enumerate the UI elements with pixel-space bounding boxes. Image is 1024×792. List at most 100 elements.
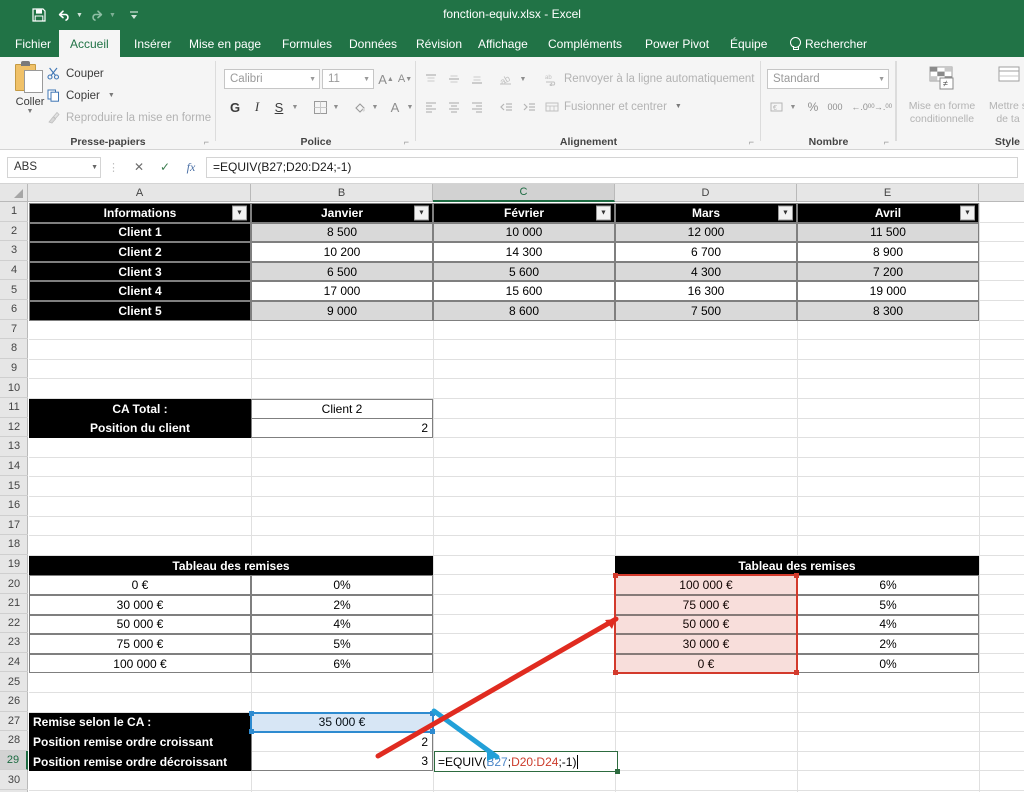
decrease-decimal-button[interactable]: →. 00	[873, 97, 893, 117]
row-header-21[interactable]: 21	[0, 594, 28, 614]
alignment-dialog-launcher[interactable]: ⌐	[749, 137, 754, 147]
sales-row-label[interactable]: Client 2	[29, 242, 251, 262]
column-header-a[interactable]: A	[29, 184, 251, 202]
discount-asc-rate[interactable]: 2%	[251, 595, 433, 615]
decrease-font-size-button[interactable]: A ▼	[396, 69, 414, 89]
row-header-18[interactable]: 18	[0, 535, 28, 555]
tab-formules[interactable]: Formules	[271, 30, 343, 57]
ca-total-value[interactable]: Client 2	[251, 399, 433, 419]
client-position-value[interactable]: 2	[251, 418, 433, 439]
align-top-button[interactable]	[421, 69, 441, 89]
tab-fichier[interactable]: Fichier	[4, 30, 62, 57]
increase-indent-button[interactable]	[519, 97, 539, 117]
discount-desc-position-label[interactable]: Position remise ordre décroissant	[29, 751, 251, 772]
row-header-16[interactable]: 16	[0, 496, 28, 516]
sales-value-cell[interactable]: 11 500	[797, 222, 979, 243]
range-handle[interactable]	[794, 670, 799, 676]
discount-desc-position-value[interactable]: 3	[251, 751, 433, 772]
clipboard-dialog-launcher[interactable]: ⌐	[204, 137, 209, 147]
column-header-e[interactable]: E	[797, 184, 979, 202]
copy-button[interactable]: Copier ▼	[46, 88, 115, 103]
chevron-down-icon[interactable]: ▼	[91, 164, 98, 171]
sales-header-cell[interactable]: Mars ▼	[615, 203, 797, 223]
row-header-12[interactable]: 12	[0, 418, 28, 438]
discount-asc-rate[interactable]: 6%	[251, 653, 433, 674]
chevron-down-icon[interactable]: ▼	[878, 76, 885, 83]
row-header-26[interactable]: 26	[0, 692, 28, 712]
chevron-down-icon[interactable]: ▼	[363, 76, 370, 83]
row-header-4[interactable]: 4	[0, 261, 28, 281]
sales-value-cell[interactable]: 12 000	[615, 222, 797, 243]
sales-value-cell[interactable]: 10 200	[251, 242, 433, 262]
column-header-c[interactable]: C	[433, 184, 615, 202]
column-header-b[interactable]: B	[251, 184, 433, 202]
discount-desc-rate[interactable]: 2%	[797, 634, 979, 654]
sales-value-cell[interactable]: 19 000	[797, 281, 979, 301]
sales-value-cell[interactable]: 7 500	[615, 301, 797, 321]
copy-dropdown-icon[interactable]: ▼	[108, 92, 115, 99]
underline-dropdown-icon[interactable]: ▼	[289, 97, 301, 117]
currency-format-button[interactable]: €	[767, 97, 787, 117]
orientation-dropdown-icon[interactable]: ▼	[517, 69, 529, 89]
discount-asc-title[interactable]: Tableau des remises	[29, 555, 433, 576]
row-header-15[interactable]: 15	[0, 476, 28, 496]
format-as-table-button[interactable]: Mettre s de ta	[984, 65, 1024, 126]
increase-font-size-button[interactable]: A ▲	[377, 69, 395, 89]
align-left-button[interactable]	[421, 97, 441, 117]
range-handle[interactable]	[249, 729, 254, 735]
orientation-button[interactable]: ab	[496, 69, 516, 89]
row-header-25[interactable]: 25	[0, 672, 28, 692]
filter-dropdown-button[interactable]: ▼	[778, 205, 793, 221]
tab-revision[interactable]: Révision	[405, 30, 473, 57]
row-header-29[interactable]: 29	[0, 750, 28, 771]
discount-asc-rate[interactable]: 5%	[251, 634, 433, 654]
row-header-1[interactable]: 1	[0, 202, 28, 222]
thousands-separator-button[interactable]: 000	[824, 97, 846, 117]
filter-dropdown-button[interactable]: ▼	[232, 205, 247, 221]
font-name-combo[interactable]: Calibri ▼	[224, 69, 320, 89]
sales-value-cell[interactable]: 15 600	[433, 281, 615, 301]
currency-dropdown-icon[interactable]: ▼	[787, 97, 799, 117]
row-header-14[interactable]: 14	[0, 457, 28, 477]
merge-dropdown-icon[interactable]: ▼	[675, 103, 682, 110]
borders-button[interactable]	[310, 97, 330, 117]
bold-button[interactable]: G	[226, 97, 244, 117]
align-bottom-button[interactable]	[467, 69, 487, 89]
borders-dropdown-icon[interactable]: ▼	[330, 97, 342, 117]
tab-affichage[interactable]: Affichage	[467, 30, 539, 57]
row-header-11[interactable]: 11	[0, 398, 28, 418]
sales-value-cell[interactable]: 10 000	[433, 222, 615, 243]
discount-asc-amount[interactable]: 0 €	[29, 575, 251, 595]
ca-total-label[interactable]: CA Total :	[29, 399, 251, 419]
decrease-indent-button[interactable]	[496, 97, 516, 117]
row-header-5[interactable]: 5	[0, 280, 28, 300]
insert-function-button[interactable]: fx	[178, 157, 204, 178]
align-center-button[interactable]	[444, 97, 464, 117]
tab-inserer[interactable]: Insérer	[123, 30, 182, 57]
tab-mise-en-page[interactable]: Mise en page	[178, 30, 272, 57]
merge-center-button[interactable]: Fusionner et centrer ▼	[544, 99, 682, 114]
fill-handle[interactable]	[615, 769, 620, 775]
align-middle-button[interactable]	[444, 69, 464, 89]
row-header-3[interactable]: 3	[0, 241, 28, 261]
row-header-23[interactable]: 23	[0, 633, 28, 653]
sales-value-cell[interactable]: 17 000	[251, 281, 433, 301]
formula-reference-highlight-blue[interactable]	[249, 710, 435, 735]
discount-asc-rate[interactable]: 4%	[251, 614, 433, 635]
sales-value-cell[interactable]: 8 900	[797, 242, 979, 262]
sales-value-cell[interactable]: 8 300	[797, 301, 979, 321]
column-header-d[interactable]: D	[615, 184, 797, 202]
discount-desc-rate[interactable]: 4%	[797, 614, 979, 635]
row-header-7[interactable]: 7	[0, 320, 28, 340]
underline-button[interactable]: S	[270, 97, 288, 117]
tab-complements[interactable]: Compléments	[537, 30, 633, 57]
cut-button[interactable]: Couper	[46, 66, 104, 81]
sales-value-cell[interactable]: 8 600	[433, 301, 615, 321]
discount-asc-rate[interactable]: 0%	[251, 575, 433, 595]
name-box[interactable]: ABS ▼	[7, 156, 101, 178]
discount-desc-rate[interactable]: 6%	[797, 575, 979, 595]
sales-value-cell[interactable]: 6 500	[251, 261, 433, 282]
tab-power-pivot[interactable]: Power Pivot	[634, 30, 720, 57]
tab-accueil[interactable]: Accueil	[59, 30, 120, 57]
number-dialog-launcher[interactable]: ⌐	[884, 137, 889, 147]
